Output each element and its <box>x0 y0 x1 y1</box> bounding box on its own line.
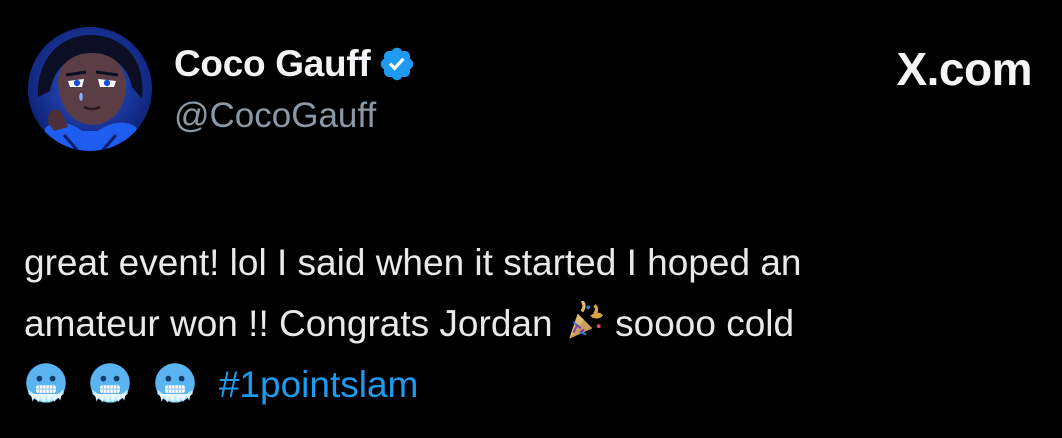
tweet-card: Coco Gauff @CocoGauff X.com great event!… <box>0 0 1062 438</box>
verified-badge-icon <box>378 45 416 83</box>
post-line-2-text: amateur won !! Congrats Jordan <box>24 303 553 344</box>
post-line-3: #1pointslam <box>24 354 1044 415</box>
brand-watermark: X.com <box>896 43 1032 95</box>
cold-face-icon <box>88 361 132 405</box>
hashtag-link[interactable]: #1pointslam <box>219 364 419 405</box>
post-line-2: amateur won !! Congrats Jordan soooo col… <box>24 293 1044 354</box>
post-text: great event! lol I said when it started … <box>24 232 1044 415</box>
avatar[interactable] <box>28 27 152 151</box>
post-line-1: great event! lol I said when it started … <box>24 242 802 283</box>
author-name-row: Coco Gauff <box>174 40 416 88</box>
cold-face-icon <box>24 361 68 405</box>
party-popper-icon <box>563 301 605 343</box>
cold-face-icon <box>153 361 197 405</box>
display-name[interactable]: Coco Gauff <box>174 43 371 85</box>
post-line-2-tail: soooo cold <box>604 303 795 344</box>
author-handle[interactable]: @CocoGauff <box>174 96 376 136</box>
